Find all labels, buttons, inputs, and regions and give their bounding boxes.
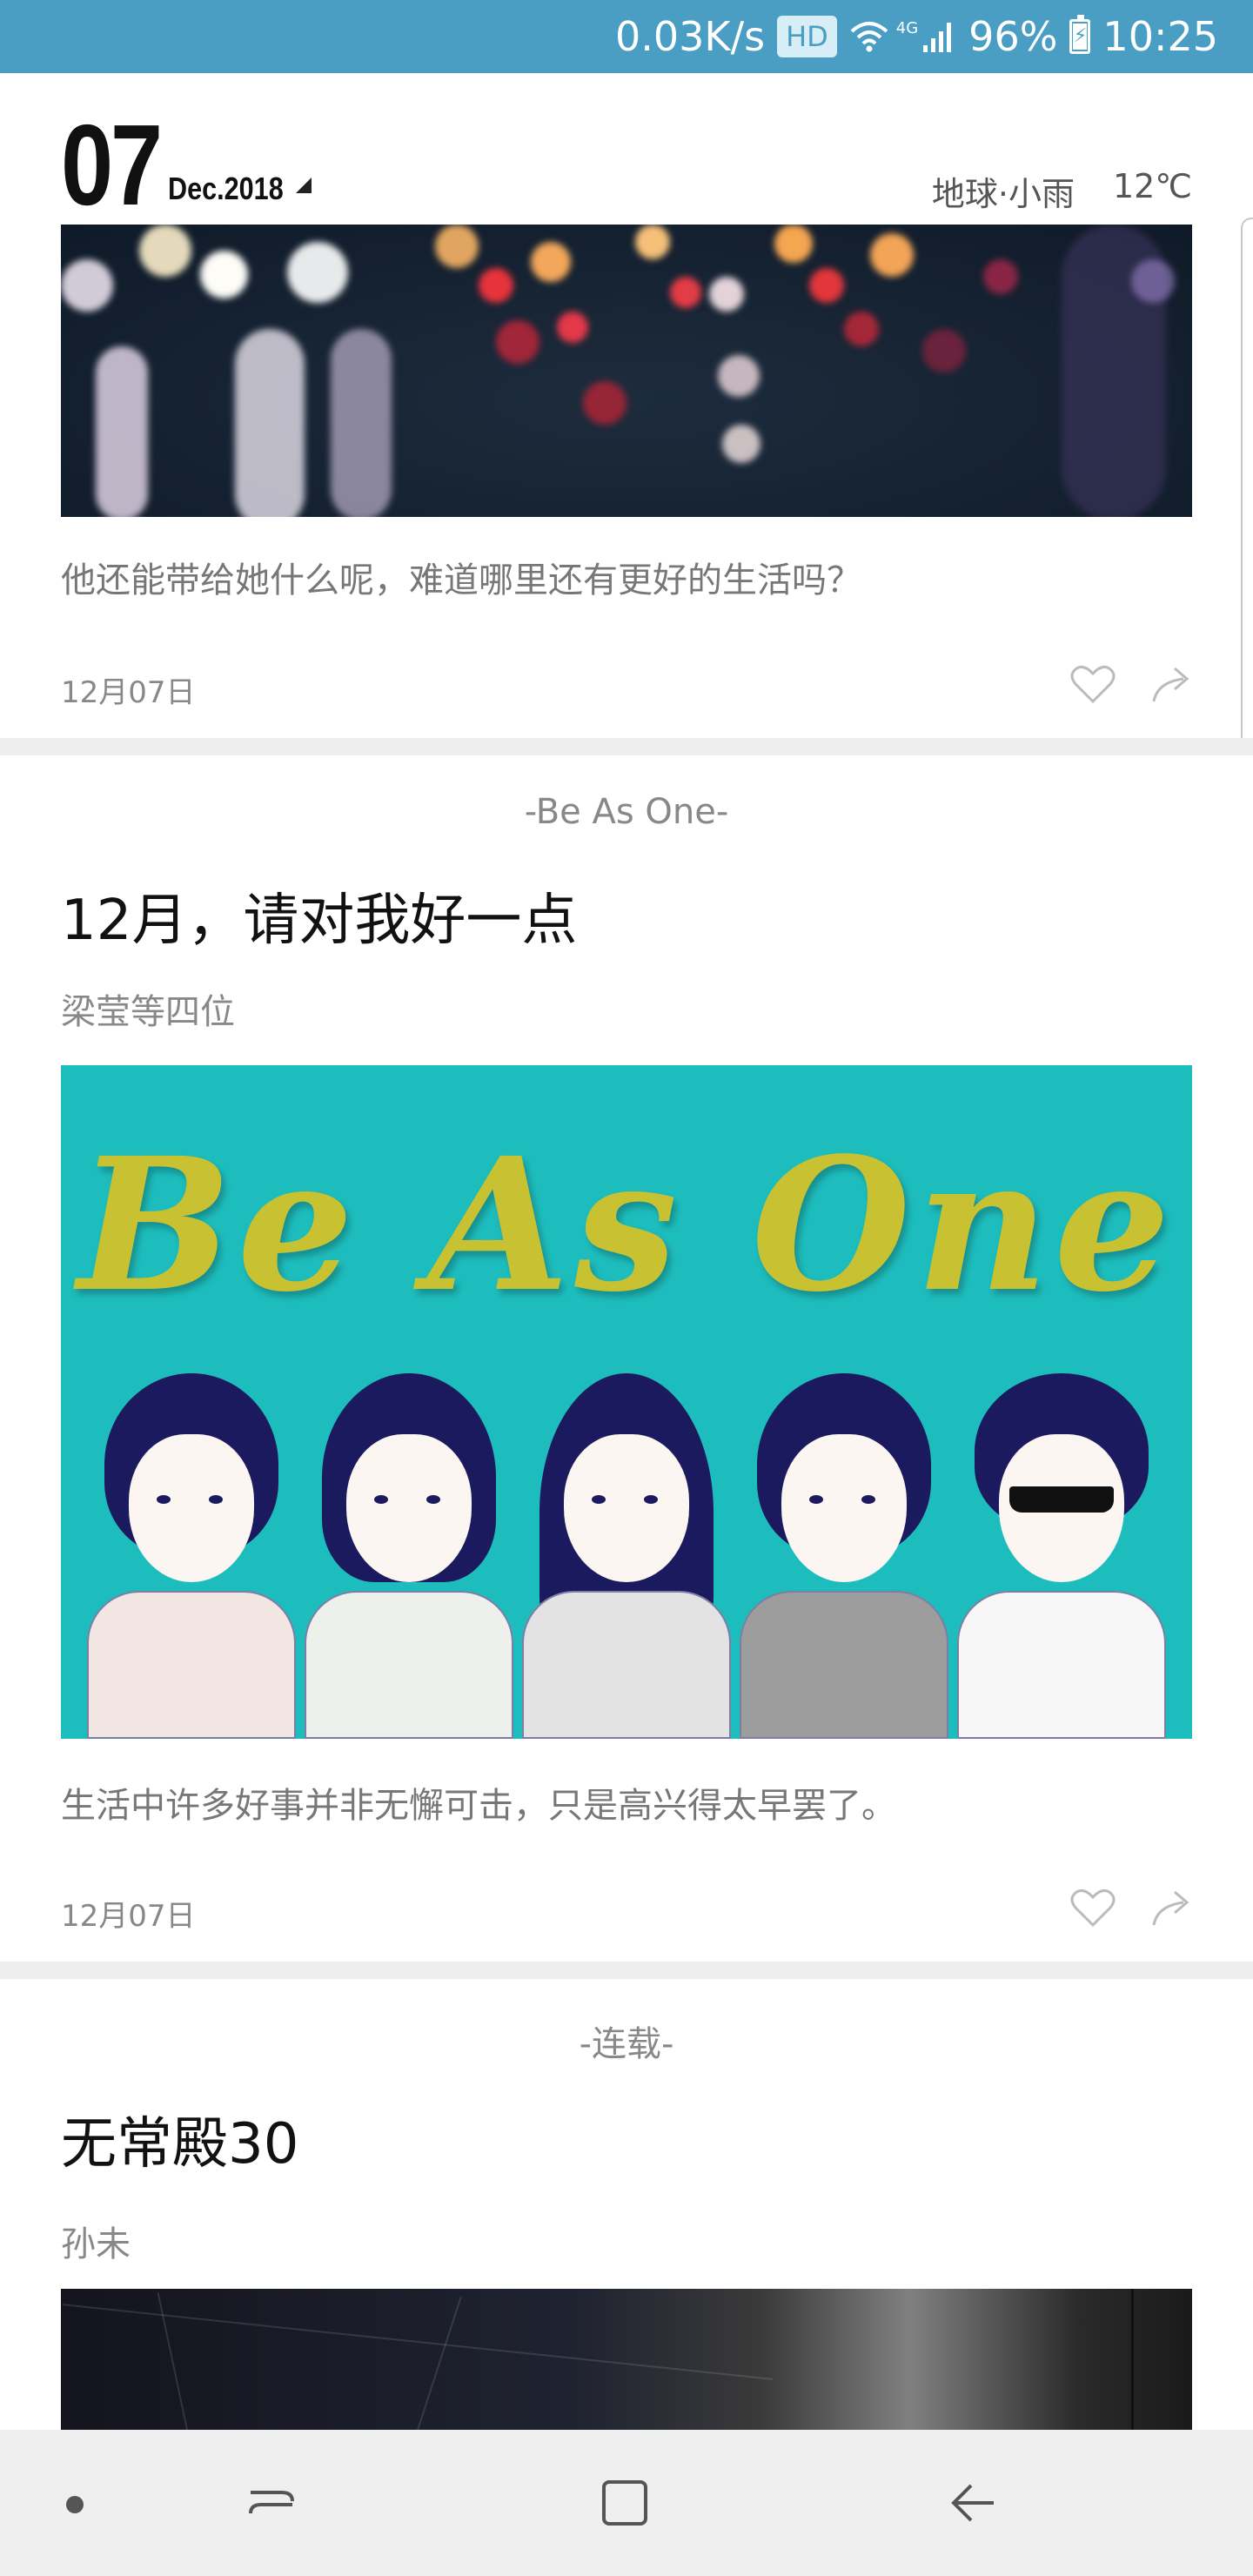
weather-temperature: 12℃ [1112,167,1192,205]
recents-icon[interactable] [244,2475,299,2531]
section-tag: -连载- [579,2024,674,2064]
back-icon[interactable] [945,2475,1001,2531]
poster-figure [957,1373,1166,1739]
status-bar: 0.03K/s HD 4G 96% 10:25 [0,0,1253,73]
share-icon[interactable] [1147,1887,1196,1930]
hd-badge: HD [777,16,837,57]
signal-icon [923,23,952,52]
card-summary[interactable]: 生活中许多好事并非无懈可击，只是高兴得太早罢了。 [61,1777,896,1828]
card-divider [0,1962,1253,1979]
poster-figure [87,1373,296,1739]
network-type: 4G [895,18,919,37]
header-day: 07 [61,101,163,229]
poster-figure [522,1373,731,1739]
card-summary[interactable]: 他还能带给她什么呢，难道哪里还有更好的生活吗？ [61,552,861,602]
clock: 10:25 [1102,13,1218,60]
like-icon[interactable] [1069,663,1117,707]
like-icon[interactable] [1069,1887,1117,1930]
battery-icon [1069,15,1091,54]
section-tag: -Be As One- [524,792,729,832]
poster-figure [305,1373,513,1739]
header-month[interactable]: Dec.2018 [168,171,284,207]
article-author: 孙未 [61,2224,131,2264]
net-speed: 0.03K/s [615,13,766,60]
card-date: 12月07日 [61,675,196,710]
date-header: 07 Dec.2018 地球·小雨 12℃ [0,73,1253,229]
article-title[interactable]: 12月，请对我好一点 [61,875,577,956]
app-root: 0.03K/s HD 4G 96% 10:25 07 Dec.2018 [0,0,1253,2576]
card-image[interactable] [61,225,1192,517]
poster-figure [740,1373,948,1739]
edge-panel-handle[interactable] [1241,218,1253,748]
article-image[interactable]: Be As One [61,1065,1192,1739]
weather-location: 地球·小雨 [931,175,1075,213]
article-author: 梁莹等四位 [61,992,235,1032]
home-icon[interactable] [597,2475,653,2531]
nav-indicator-dot[interactable] [66,2496,84,2513]
navigation-bar [0,2430,1253,2576]
share-icon[interactable] [1147,663,1196,707]
article-title[interactable]: 无常殿30 [61,2099,298,2179]
card-divider [0,738,1253,755]
card-date: 12月07日 [61,1899,196,1934]
status-bar-right: 0.03K/s HD 4G 96% 10:25 [615,0,1218,73]
weather-info: 地球·小雨 12℃ [932,167,1192,215]
poster-title: Be As One [77,1117,1176,1332]
battery-percent: 96% [968,13,1058,60]
month-dropdown-icon[interactable] [296,178,312,193]
wifi-icon [850,22,888,52]
